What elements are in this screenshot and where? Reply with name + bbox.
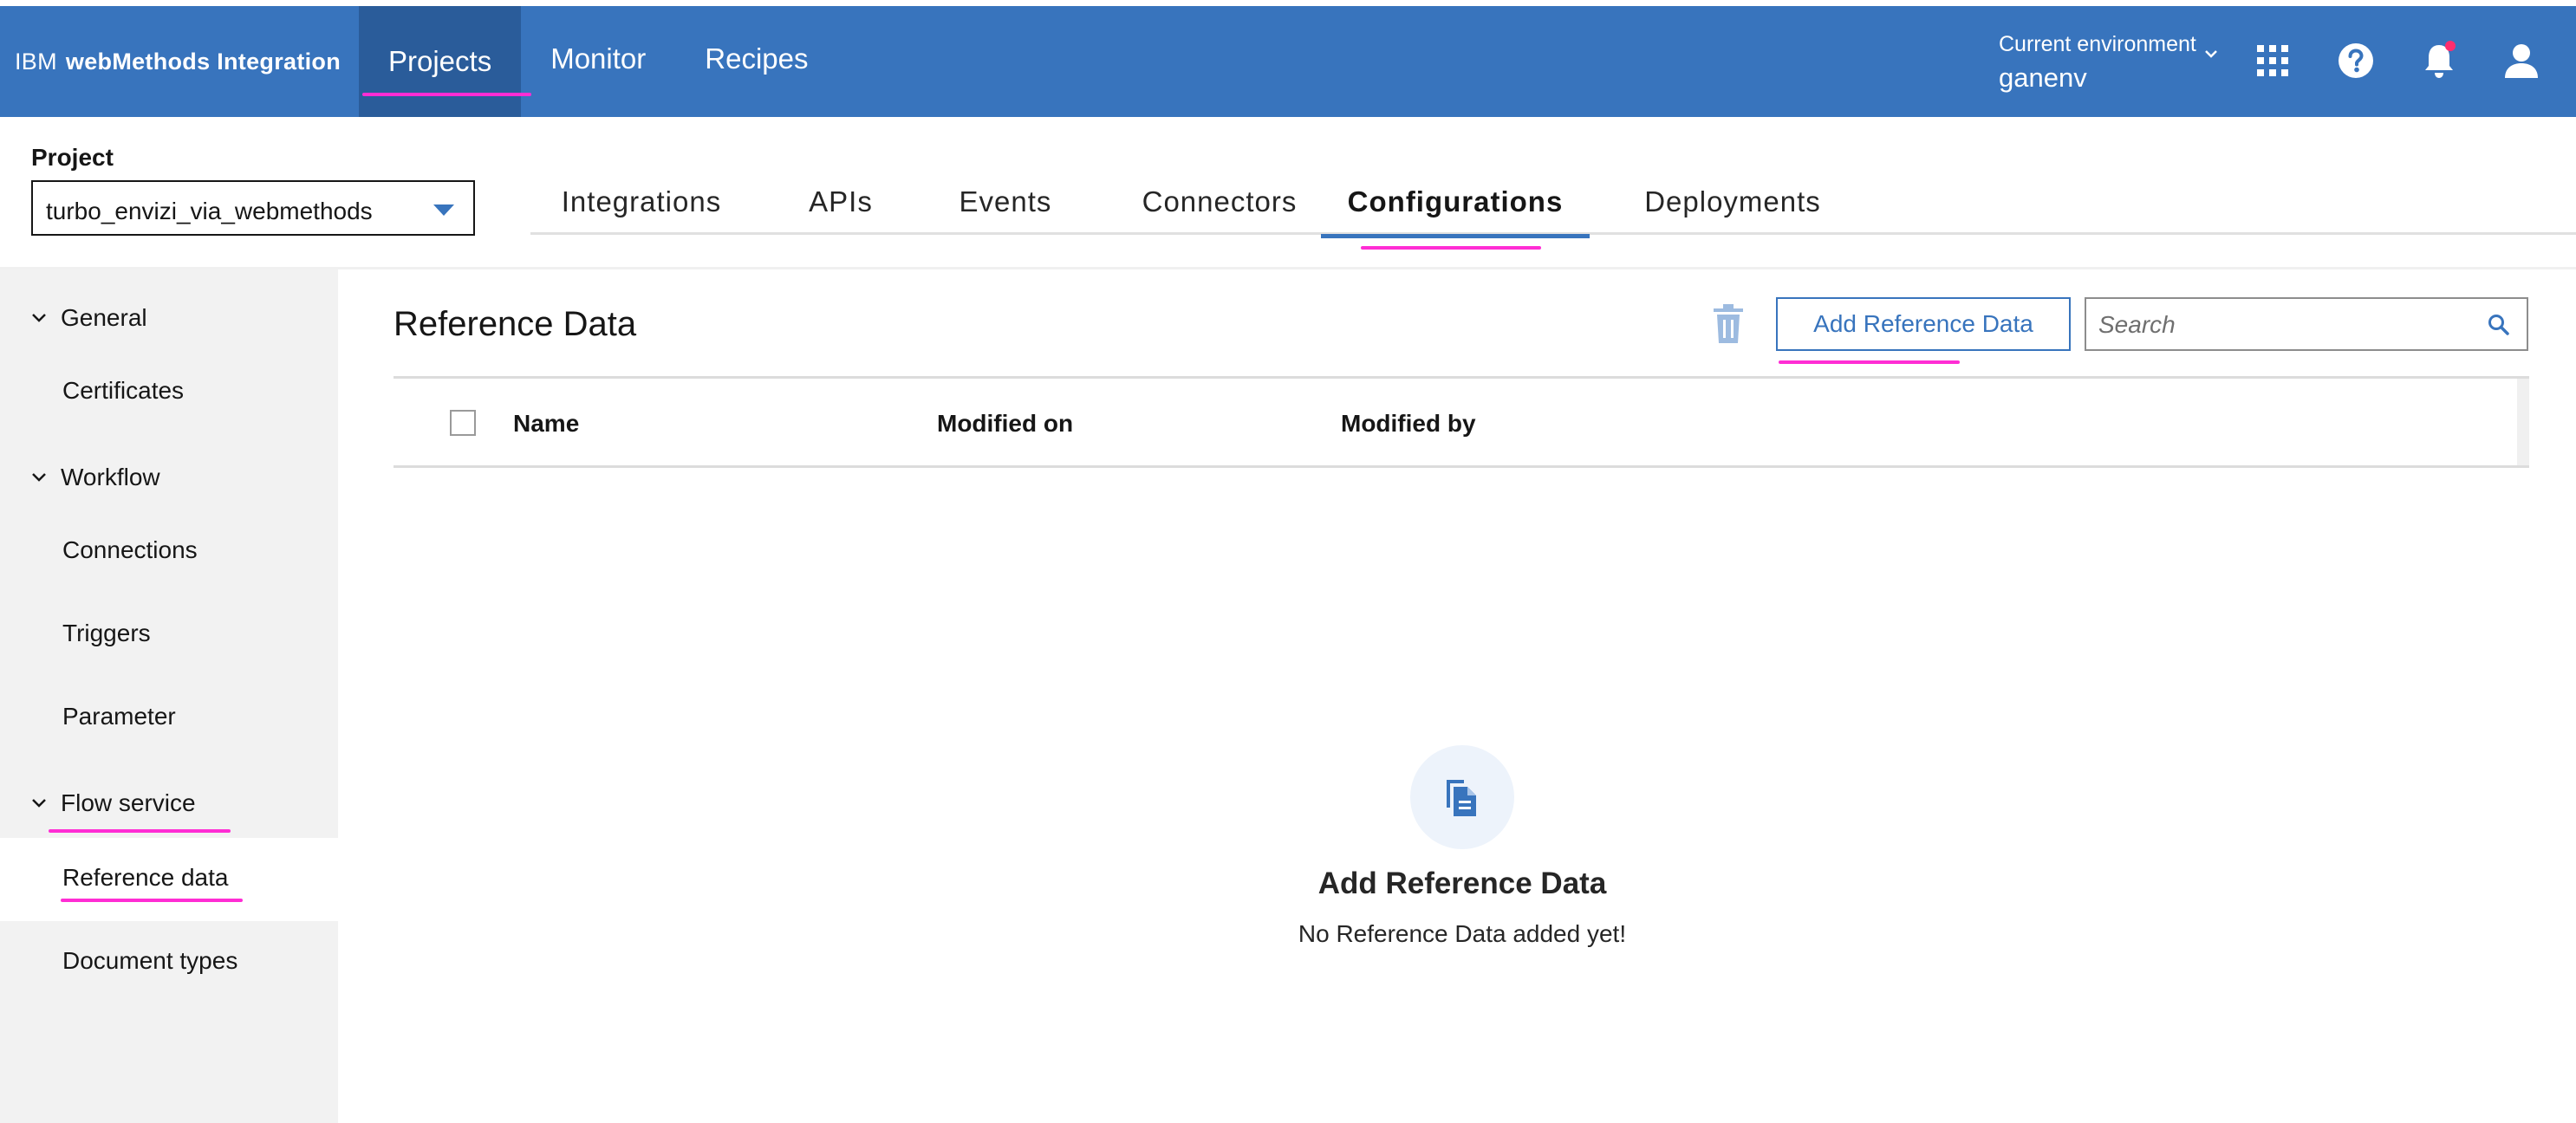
annotation-underline	[1361, 246, 1541, 250]
sidebar-item-label: Connections	[62, 536, 198, 563]
user-avatar-icon[interactable]	[2500, 39, 2543, 82]
sidebar-item-certificates[interactable]: Certificates	[62, 377, 184, 405]
environment-value: ganenv	[1999, 62, 2087, 93]
tab-configurations[interactable]: Configurations	[1321, 169, 1590, 250]
page-title: Reference Data	[394, 305, 637, 343]
chevron-down-icon	[2205, 50, 2217, 58]
tab-integrations-label: Integrations	[561, 185, 722, 217]
chevron-down-icon	[32, 473, 46, 482]
chevron-down-icon	[32, 314, 46, 322]
brand-name: webMethods Integration	[65, 48, 342, 75]
sidebar-group-flow-service-label: Flow service	[61, 789, 196, 816]
sidebar-group-general-label: General	[61, 304, 147, 331]
sidebar-item-parameter[interactable]: Parameter	[62, 703, 176, 730]
annotation-underline	[362, 93, 532, 96]
column-header-name[interactable]: Name	[513, 410, 579, 438]
sidebar-item-label: Parameter	[62, 703, 176, 730]
help-icon[interactable]	[2334, 39, 2378, 82]
nav-projects[interactable]: Projects	[359, 0, 532, 117]
sidebar-item-label: Document types	[62, 947, 238, 974]
environment-label: Current environment	[1999, 32, 2196, 56]
sidebar-item-label: Reference data	[62, 864, 229, 891]
sidebar-item-connections[interactable]: Connections	[62, 536, 198, 564]
tab-configurations-label: Configurations	[1347, 185, 1564, 217]
tab-deployments[interactable]: Deployments	[1616, 169, 1850, 235]
tab-connectors-label: Connectors	[1142, 185, 1298, 217]
sidebar-item-label: Triggers	[62, 620, 151, 646]
nav-monitor[interactable]: Monitor	[521, 0, 675, 117]
sidebar-item-label: Certificates	[62, 377, 185, 404]
table-scrollbar[interactable]	[2517, 379, 2529, 465]
empty-state-icon-circle	[1410, 745, 1514, 849]
add-reference-data-button[interactable]: Add Reference Data	[1776, 297, 2071, 351]
top-nav: Projects Monitor Recipes	[359, 0, 838, 117]
select-all-checkbox[interactable]	[450, 410, 476, 436]
annotation-underline	[49, 829, 231, 833]
table-header: Name Modified on Modified by	[394, 376, 2529, 468]
environment-switcher[interactable]: Current environment ganenv	[1999, 32, 2217, 94]
sidebar-group-flow-service[interactable]: Flow service	[29, 789, 196, 817]
brand-logo[interactable]: IBM webMethods Integration	[15, 6, 341, 117]
empty-state-message: No Reference Data added yet!	[1298, 920, 1627, 947]
sidebar-group-general[interactable]: General	[29, 304, 147, 332]
tab-apis-label: APIs	[809, 185, 873, 217]
add-reference-data-button-label: Add Reference Data	[1813, 310, 2033, 337]
active-tab-indicator	[1321, 234, 1590, 238]
tab-apis[interactable]: APIs	[780, 169, 901, 235]
search-input[interactable]	[2098, 309, 2471, 341]
nav-monitor-label: Monitor	[550, 42, 647, 75]
tab-connectors[interactable]: Connectors	[1111, 169, 1328, 235]
column-header-modified-on[interactable]: Modified on	[937, 410, 1073, 438]
chevron-down-icon	[32, 799, 46, 808]
sidebar-group-workflow-label: Workflow	[61, 464, 160, 490]
config-tabs: Integrations APIs Events Connectors Conf…	[530, 169, 2576, 250]
sidebar-group-workflow[interactable]: Workflow	[29, 464, 160, 491]
annotation-underline	[61, 899, 243, 902]
nav-recipes-label: Recipes	[705, 42, 809, 75]
tab-events[interactable]: Events	[936, 169, 1075, 235]
top-bar: IBM webMethods Integration Projects Moni…	[0, 0, 2576, 117]
sidebar: General Certificates Workflow Connection…	[0, 269, 338, 1123]
project-select-value: turbo_envizi_via_webmethods	[46, 198, 373, 224]
sidebar-item-document-types[interactable]: Document types	[62, 947, 237, 975]
brand-prefix: IBM	[15, 48, 57, 75]
sidebar-item-triggers[interactable]: Triggers	[62, 620, 151, 647]
caret-down-icon	[433, 204, 454, 216]
project-label: Project	[31, 144, 114, 171]
page: IBM webMethods Integration Projects Moni…	[0, 0, 2576, 1123]
column-header-modified-by[interactable]: Modified by	[1341, 410, 1476, 438]
tab-deployments-label: Deployments	[1644, 185, 1821, 217]
header-divider	[0, 267, 2576, 269]
apps-grid-icon[interactable]	[2251, 39, 2294, 82]
nav-recipes[interactable]: Recipes	[675, 0, 837, 117]
document-copy-icon	[1447, 780, 1476, 816]
annotation-underline	[1779, 360, 1960, 364]
search-box	[2085, 297, 2528, 351]
tab-events-label: Events	[959, 185, 1052, 217]
notification-bell-icon[interactable]	[2417, 39, 2461, 82]
project-select[interactable]: turbo_envizi_via_webmethods	[31, 180, 475, 236]
empty-state-title: Add Reference Data	[1317, 867, 1607, 900]
delete-icon[interactable]	[1710, 303, 1747, 345]
search-icon[interactable]	[2487, 313, 2511, 337]
nav-projects-label: Projects	[388, 45, 492, 77]
sidebar-item-reference-data[interactable]: Reference data	[62, 864, 228, 892]
tab-integrations[interactable]: Integrations	[537, 169, 745, 235]
